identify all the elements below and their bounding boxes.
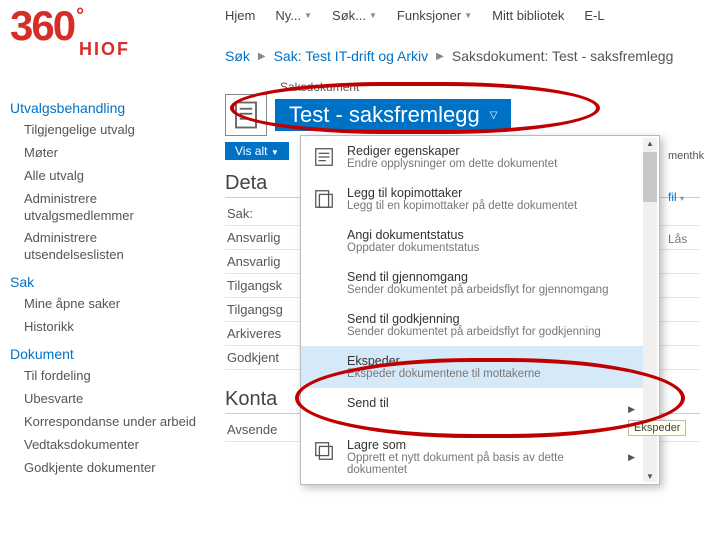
menu-lagre-som[interactable]: Lagre somOpprett et nytt dokument på bas… <box>301 430 645 484</box>
sidebar-item[interactable]: Vedtaksdokumenter <box>24 437 200 454</box>
nav-hjem[interactable]: Hjem <box>225 8 255 23</box>
sidebar-item[interactable]: Administrere utvalgsmedlemmer <box>24 191 200 225</box>
nav-label: Mitt bibliotek <box>492 8 564 23</box>
logo: 360° HIOF <box>10 5 190 60</box>
copy-recipient-icon <box>311 186 337 212</box>
doc-title[interactable]: Test - saksfremlegg ▽ <box>275 99 511 131</box>
right-frag-fil[interactable]: fil ▾ <box>668 190 703 204</box>
save-as-icon <box>311 438 337 464</box>
top-nav: Hjem Ny...▼ Søk...▼ Funksjoner▼ Mitt bib… <box>225 8 700 23</box>
document-icon <box>225 94 267 136</box>
menu-send-til-gjennomgang[interactable]: Send til gjennomgangSender dokumentet på… <box>301 262 645 304</box>
menu-title: Ekspeder <box>347 354 541 368</box>
chevron-right-icon: ▶ <box>436 51 444 62</box>
right-frag: Lås <box>668 232 703 246</box>
sidebar-item[interactable]: Historikk <box>24 319 200 336</box>
tooltip-ekspeder: Ekspeder <box>628 420 686 436</box>
menu-title: Send til godkjenning <box>347 312 601 326</box>
menu-ekspeder[interactable]: EkspederEkspeder dokumentene til mottake… <box>301 346 645 388</box>
nav-label: Funksjoner <box>397 8 461 23</box>
nav-label: Søk... <box>332 8 366 23</box>
menu-desc: Endre opplysninger om dette dokumentet <box>347 158 557 170</box>
sidebar-item[interactable]: Møter <box>24 145 200 162</box>
breadcrumb-sak[interactable]: Sak: Test IT-drift og Arkiv <box>274 48 429 64</box>
doc-type-label: Saksdokument <box>280 80 700 94</box>
sidebar-item[interactable]: Tilgjengelige utvalg <box>24 122 200 139</box>
menu-send-til[interactable]: Send til ▶ <box>301 388 645 430</box>
chevron-down-icon: ▼ <box>271 148 279 157</box>
menu-desc: Ekspeder dokumentene til mottakerne <box>347 368 541 380</box>
nav-label: E-L <box>584 8 604 23</box>
nav-funksjoner[interactable]: Funksjoner▼ <box>397 8 472 23</box>
right-frag: menthk <box>668 150 703 162</box>
sidebar-item[interactable]: Administrere utsendelseslisten <box>24 230 200 264</box>
sidebar-item[interactable]: Korrespondanse under arbeid <box>24 414 200 431</box>
chevron-right-icon: ▶ <box>628 452 635 463</box>
menu-title: Lagre som <box>347 438 618 452</box>
logo-brand-text: 360 <box>10 2 74 49</box>
chevron-down-icon: ▼ <box>304 11 312 20</box>
menu-title: Rediger egenskaper <box>347 144 557 158</box>
sidebar-section-utvalg[interactable]: Utvalgsbehandling <box>10 100 200 116</box>
menu-desc: Sender dokumentet på arbeidsflyt for gje… <box>347 284 608 296</box>
nav-mitt-bibliotek[interactable]: Mitt bibliotek <box>492 8 564 23</box>
nav-sok[interactable]: Søk...▼ <box>332 8 377 23</box>
sidebar-item[interactable]: Alle utvalg <box>24 168 200 185</box>
nav-label: Ny... <box>275 8 301 23</box>
breadcrumb-sok[interactable]: Søk <box>225 48 250 64</box>
right-strip: menthk fil ▾ Lås <box>668 150 703 274</box>
scroll-thumb[interactable] <box>643 152 657 202</box>
properties-icon <box>311 144 337 170</box>
breadcrumb: Søk ▶ Sak: Test IT-drift og Arkiv ▶ Saks… <box>225 48 700 64</box>
breadcrumb-current: Saksdokument: Test - saksfremlegg <box>452 48 674 64</box>
fil-label: fil <box>668 190 677 204</box>
menu-legg-til-kopimottaker[interactable]: Legg til kopimottakerLegg til en kopimot… <box>301 178 645 220</box>
nav-label: Hjem <box>225 8 255 23</box>
menu-title: Legg til kopimottaker <box>347 186 577 200</box>
menu-desc: Opprett et nytt dokument på basis av det… <box>347 452 618 476</box>
sidebar-item[interactable]: Godkjente dokumenter <box>24 460 200 477</box>
sidebar: Utvalgsbehandling Tilgjengelige utvalg M… <box>10 90 200 482</box>
sidebar-section-dokument[interactable]: Dokument <box>10 346 200 362</box>
menu-desc: Oppdater dokumentstatus <box>347 242 479 254</box>
context-menu: Rediger egenskaperEndre opplysninger om … <box>300 135 660 485</box>
nav-el[interactable]: E-L <box>584 8 604 23</box>
sidebar-item[interactable]: Mine åpne saker <box>24 296 200 313</box>
menu-angi-dokumentstatus[interactable]: Angi dokumentstatusOppdater dokumentstat… <box>301 220 645 262</box>
nav-ny[interactable]: Ny...▼ <box>275 8 312 23</box>
chevron-down-icon: ▼ <box>369 11 377 20</box>
menu-desc: Legg til en kopimottaker på dette dokume… <box>347 200 577 212</box>
doc-title-row: Test - saksfremlegg ▽ <box>225 94 700 136</box>
menu-rediger-egenskaper[interactable]: Rediger egenskaperEndre opplysninger om … <box>301 136 645 178</box>
chevron-down-icon: ▼ <box>464 11 472 20</box>
scroll-up-icon[interactable]: ▲ <box>643 139 657 148</box>
sidebar-item[interactable]: Til fordeling <box>24 368 200 385</box>
chevron-down-icon: ▾ <box>680 194 684 203</box>
vis-alt-label: Vis alt <box>235 144 267 158</box>
menu-send-til-godkjenning[interactable]: Send til godkjenningSender dokumentet på… <box>301 304 645 346</box>
menu-title: Send til gjennomgang <box>347 270 608 284</box>
chevron-right-icon: ▶ <box>258 51 266 62</box>
menu-title: Send til <box>347 396 389 410</box>
scroll-down-icon[interactable]: ▼ <box>643 472 657 481</box>
vis-alt-button[interactable]: Vis alt ▼ <box>225 142 289 160</box>
chevron-right-icon: ▶ <box>628 404 635 415</box>
menu-title: Angi dokumentstatus <box>347 228 479 242</box>
chevron-down-icon: ▽ <box>490 110 498 121</box>
menu-desc: Sender dokumentet på arbeidsflyt for god… <box>347 326 601 338</box>
degree-icon: ° <box>76 5 82 27</box>
sidebar-section-sak[interactable]: Sak <box>10 274 200 290</box>
doc-title-text: Test - saksfremlegg <box>289 102 480 128</box>
sidebar-item[interactable]: Ubesvarte <box>24 391 200 408</box>
